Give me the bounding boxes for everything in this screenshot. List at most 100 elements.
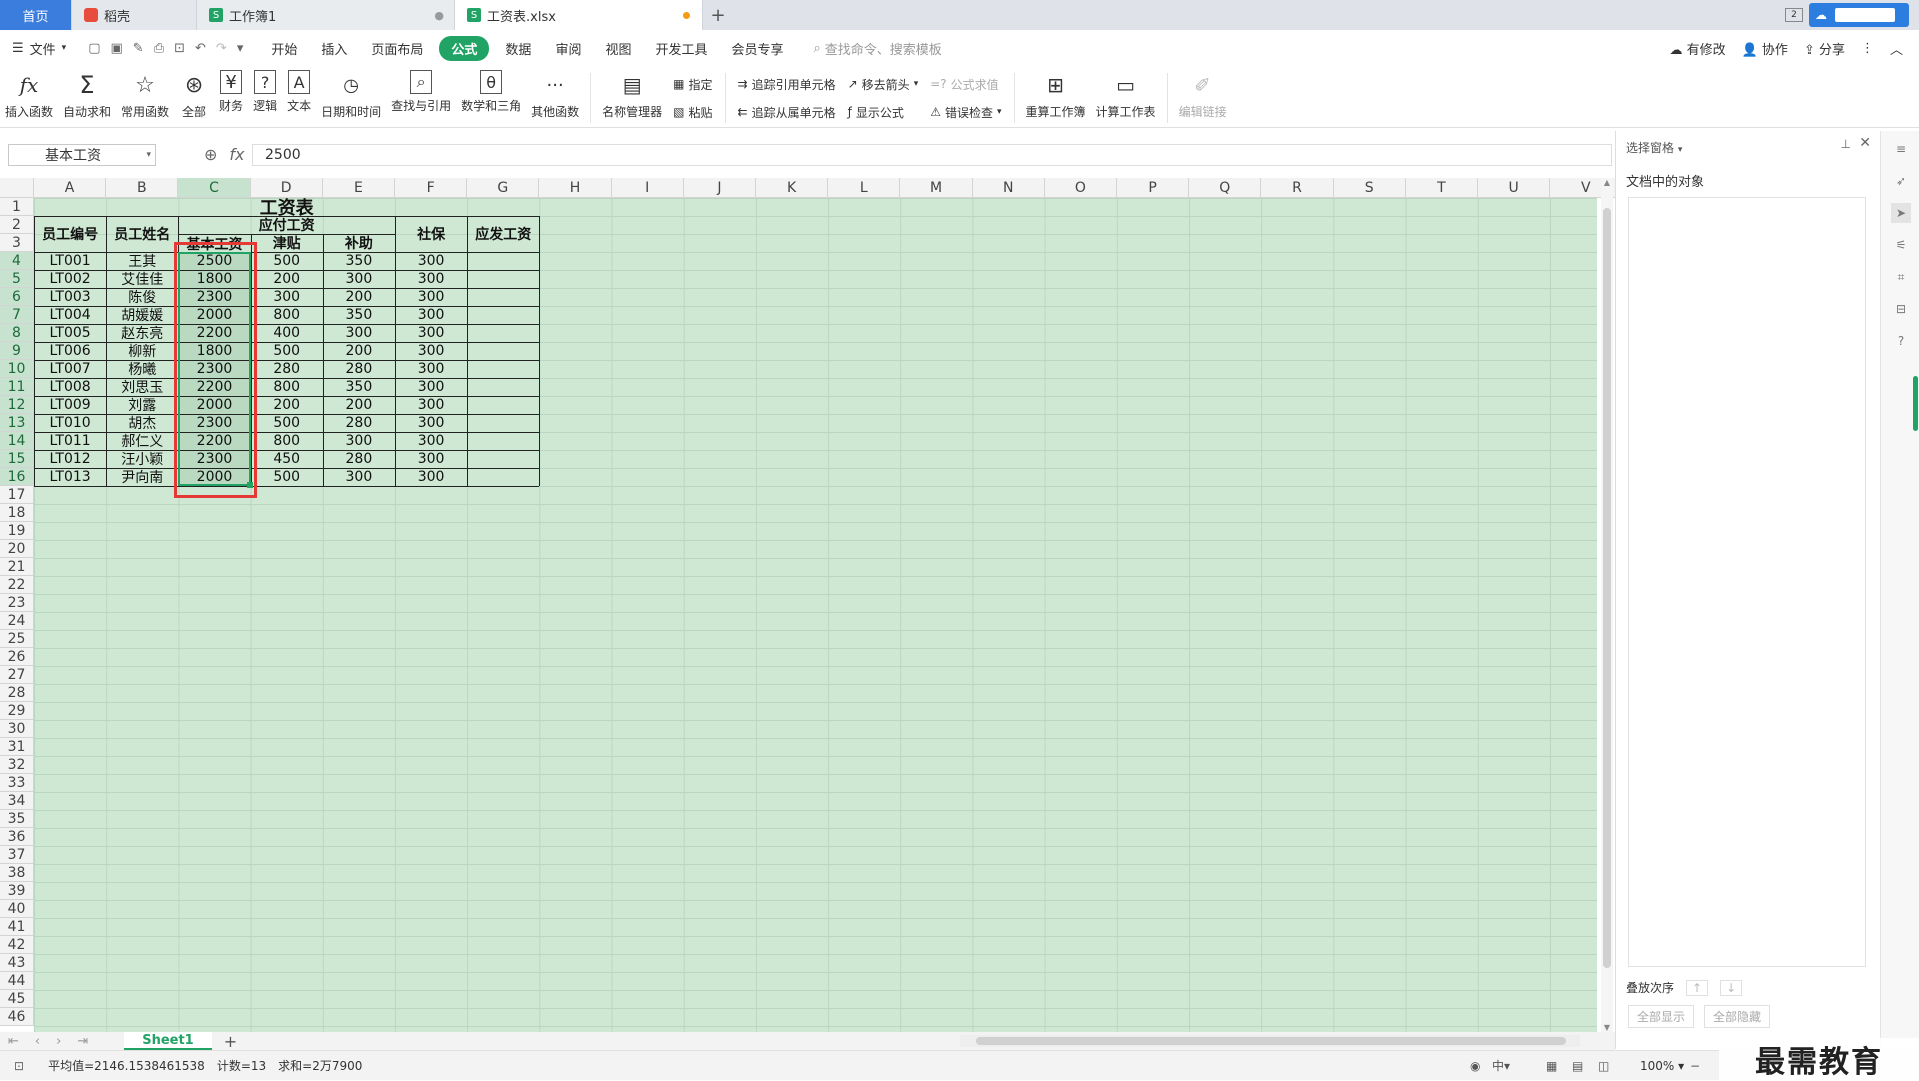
file-menu[interactable]: ☰文件▾ (0, 39, 78, 58)
row-header-39[interactable]: 39 (0, 882, 34, 900)
table-cell[interactable]: 刘思玉 (106, 378, 178, 396)
table-cell[interactable]: 300 (395, 288, 467, 306)
common-functions-button[interactable]: ☆常用函数 (116, 70, 174, 126)
row-header-1[interactable]: 1 (0, 198, 34, 216)
table-cell[interactable]: 800 (251, 432, 323, 450)
row-header-8[interactable]: 8 (0, 324, 34, 342)
menu-home[interactable]: 开始 (259, 39, 309, 58)
column-header-E[interactable]: E (323, 178, 395, 198)
text-functions-button[interactable]: A文本 (282, 70, 316, 126)
row-header-24[interactable]: 24 (0, 612, 34, 630)
name-box[interactable]: 基本工资▾ (8, 144, 156, 166)
table-cell[interactable]: LT002 (34, 270, 106, 288)
sheet-tab[interactable]: Sheet1 (124, 1032, 212, 1050)
show-all-button[interactable]: 全部显示 (1628, 1005, 1694, 1028)
table-cell[interactable]: LT006 (34, 342, 106, 360)
table-cell[interactable]: 300 (323, 324, 395, 342)
cursor-icon[interactable]: ➤ (1891, 203, 1911, 223)
table-cell-empty[interactable] (467, 360, 539, 378)
close-icon[interactable]: ✕ (1859, 135, 1871, 151)
row-header-7[interactable]: 7 (0, 306, 34, 324)
modified-button[interactable]: ☁ 有修改 (1669, 39, 1725, 58)
share-button[interactable]: ⇪ 分享 (1804, 39, 1845, 58)
specify-button[interactable]: ▦指定 (673, 76, 712, 93)
table-cell[interactable]: 200 (323, 342, 395, 360)
table-cell[interactable]: 尹向南 (106, 468, 178, 486)
table-cell[interactable]: 300 (395, 360, 467, 378)
table-cell-empty[interactable] (467, 432, 539, 450)
collab-button[interactable]: 👤 协作 (1742, 39, 1788, 58)
table-cell[interactable]: 300 (323, 432, 395, 450)
table-cell[interactable]: 胡媛媛 (106, 306, 178, 324)
table-cell[interactable]: LT005 (34, 324, 106, 342)
row-header-20[interactable]: 20 (0, 540, 34, 558)
table-cell[interactable]: 300 (395, 306, 467, 324)
normal-view-icon[interactable]: ▦ (1546, 1059, 1557, 1073)
table-cell[interactable]: 300 (395, 414, 467, 432)
row-header-30[interactable]: 30 (0, 720, 34, 738)
table-cell-empty[interactable] (467, 270, 539, 288)
column-header-P[interactable]: P (1117, 178, 1189, 198)
table-cell[interactable]: 200 (323, 396, 395, 414)
tab-file[interactable]: S 工资表.xlsx (455, 0, 703, 30)
datetime-button[interactable]: ◷日期和时间 (316, 70, 386, 126)
column-header-R[interactable]: R (1261, 178, 1333, 198)
column-header-L[interactable]: L (828, 178, 900, 198)
table-cell[interactable]: 350 (323, 306, 395, 324)
new-tab-button[interactable]: + (703, 0, 733, 30)
ime-indicator[interactable]: 中▾ (1492, 1057, 1510, 1074)
last-sheet-icon[interactable]: ⇥ (77, 1034, 88, 1049)
error-check-button[interactable]: ⚠错误检查▾ (930, 104, 1001, 121)
all-functions-button[interactable]: ⊛全部 (174, 70, 214, 126)
zoom-out-icon[interactable]: − (1690, 1059, 1700, 1073)
menu-lines-icon[interactable]: ≡ (1891, 139, 1911, 159)
table-cell[interactable]: 500 (251, 468, 323, 486)
table-cell[interactable]: 300 (395, 342, 467, 360)
table-cell[interactable]: LT008 (34, 378, 106, 396)
row-header-41[interactable]: 41 (0, 918, 34, 936)
tab-book1[interactable]: S 工作簿1 ● (197, 0, 455, 30)
table-cell[interactable]: 350 (323, 378, 395, 396)
table-cell[interactable]: 柳新 (106, 342, 178, 360)
menu-view[interactable]: 视图 (593, 39, 643, 58)
table-cell[interactable]: 赵东亮 (106, 324, 178, 342)
table-cell[interactable]: 500 (251, 414, 323, 432)
page-break-view-icon[interactable]: ▤ (1572, 1059, 1583, 1073)
table-cell[interactable]: 300 (323, 468, 395, 486)
insert-function-button[interactable]: fx插入函数 (0, 70, 58, 126)
formula-input[interactable]: 2500 (252, 144, 1612, 166)
math-button[interactable]: θ数学和三角 (456, 70, 526, 126)
first-sheet-icon[interactable]: ⇤ (8, 1034, 19, 1049)
table-cell[interactable]: LT004 (34, 306, 106, 324)
table-cell[interactable]: 800 (251, 306, 323, 324)
row-header-25[interactable]: 25 (0, 630, 34, 648)
column-header-G[interactable]: G (467, 178, 539, 198)
print-preview-icon[interactable]: ⊡ (174, 41, 185, 56)
table-cell[interactable]: LT010 (34, 414, 106, 432)
zoom-level[interactable]: 100% ▾ (1640, 1059, 1684, 1073)
table-cell[interactable]: 500 (251, 342, 323, 360)
archive-icon[interactable]: ⊟ (1891, 299, 1911, 319)
h-scroll-thumb[interactable] (976, 1037, 1566, 1045)
column-header-U[interactable]: U (1478, 178, 1550, 198)
table-cell[interactable]: 280 (323, 360, 395, 378)
table-cell-empty[interactable] (467, 396, 539, 414)
table-cell[interactable]: 郝仁义 (106, 432, 178, 450)
add-sheet-icon[interactable]: + (224, 1032, 237, 1051)
table-cell[interactable]: 800 (251, 378, 323, 396)
row-header-44[interactable]: 44 (0, 972, 34, 990)
table-cell[interactable]: 500 (251, 252, 323, 270)
row-header-9[interactable]: 9 (0, 342, 34, 360)
row-header-10[interactable]: 10 (0, 360, 34, 378)
table-cell[interactable]: LT011 (34, 432, 106, 450)
customize-icon[interactable]: ▾ (237, 41, 244, 56)
table-cell[interactable]: 280 (251, 360, 323, 378)
sheet-grid[interactable]: 工资表员工编号员工姓名应付工资基本工资津贴补助社保应发工资LT001王其2500… (34, 198, 1597, 1032)
row-header-2[interactable]: 2 (0, 216, 34, 234)
table-cell[interactable]: 200 (323, 288, 395, 306)
row-header-26[interactable]: 26 (0, 648, 34, 666)
objects-list[interactable] (1628, 197, 1866, 967)
table-cell[interactable]: LT001 (34, 252, 106, 270)
logic-button[interactable]: ?逻辑 (248, 70, 282, 126)
column-header-F[interactable]: F (395, 178, 467, 198)
